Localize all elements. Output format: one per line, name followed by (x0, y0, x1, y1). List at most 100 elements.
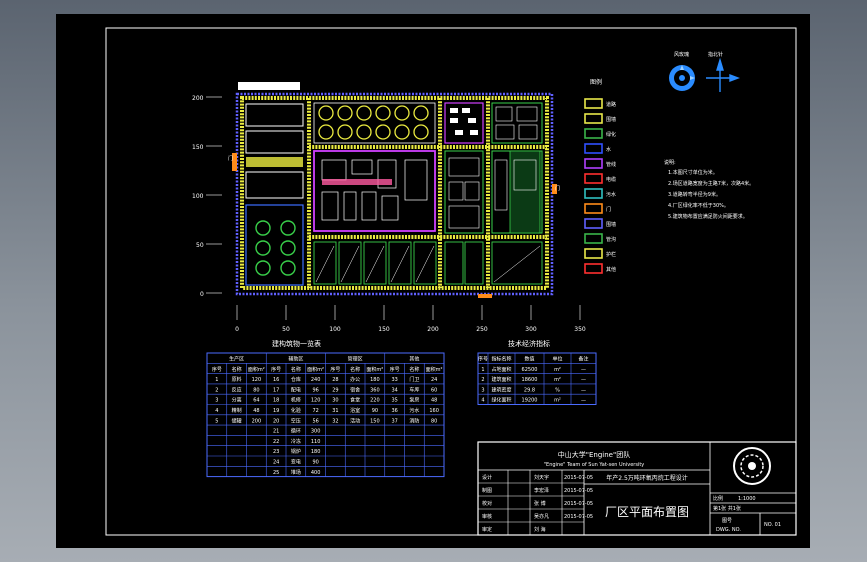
building-table-cell: 泵房 (409, 397, 419, 404)
role-date: 2015-07-05 (564, 514, 593, 520)
building-table-cell: 污水 (409, 407, 419, 414)
tech-table-column-header: 指标名称 (491, 356, 511, 363)
cad-drawing-canvas[interactable]: 门门 200 150 100 50 0 0 50 100 150 200 250… (0, 0, 867, 562)
y-tick-label: 0 (200, 291, 204, 298)
wind-rose-icon (669, 65, 695, 91)
building-table-cell: 20 (273, 418, 279, 424)
building-table-cell: 空压 (291, 417, 301, 424)
role-name: 吴亦凡 (534, 513, 549, 520)
role-date: 2015-07-05 (564, 501, 593, 507)
tech-table-cell: m² (554, 377, 561, 383)
sheet-count: 第1张 共1张 (713, 505, 741, 512)
tech-table-cell: m² (554, 367, 561, 373)
building-table-group-header: 辅助区 (288, 356, 303, 363)
legend-item-label: 围墙 (606, 116, 616, 123)
drawing-title: 厂区平面布置图 (605, 505, 689, 519)
site-label-strip (238, 82, 300, 90)
note-line: 5.建筑物布置应满足防火间距要求。 (668, 213, 748, 220)
note-line: 4.厂区绿化率不低于30%。 (668, 202, 729, 209)
role-title: 审核 (482, 513, 492, 520)
x-tick-label: 0 (235, 326, 239, 333)
sheet-number: NO. 01 (764, 522, 781, 528)
building-table-cell: 5 (215, 418, 218, 424)
building-table-cell: 办公 (350, 376, 360, 383)
building-table-cell: 食堂 (350, 397, 360, 404)
svg-text:门: 门 (228, 155, 233, 162)
building-table-column-header: 面积m² (307, 366, 324, 373)
building-table-cell: 400 (311, 470, 321, 476)
role-name: 李宏泽 (534, 487, 549, 494)
building-table-cell: 150 (370, 418, 380, 424)
building-table-cell: 19 (273, 408, 279, 414)
tech-table-cell: 1 (481, 367, 484, 373)
building-table-column-header: 名称 (409, 366, 419, 373)
scale-value: 1:1000 (738, 496, 756, 502)
tech-table-cell: 19200 (522, 398, 538, 404)
building-table-cell: 宿舍 (350, 386, 360, 393)
building-table-cell: 180 (311, 449, 321, 455)
tech-table-column-header: 单位 (552, 356, 562, 363)
building-table-cell: 240 (311, 377, 321, 383)
building-table-cell: 16 (273, 377, 279, 383)
tech-table-cell: — (581, 367, 586, 373)
building-table-cell: 80 (431, 418, 437, 424)
building-table-cell: 配电 (291, 386, 301, 393)
building-table-cell: 24 (273, 460, 279, 466)
org-name-english: "Engine" Team of Sun Yat-sen University (544, 462, 645, 468)
tech-table-cell: — (581, 398, 586, 404)
building-table-cell: 22 (273, 439, 279, 445)
building-table-cell: 180 (370, 377, 380, 383)
x-tick-label: 200 (427, 326, 439, 333)
building-table-column-header: 序号 (330, 366, 340, 373)
building-table-column-header: 面积m² (366, 366, 383, 373)
building-table-cell: 160 (429, 408, 439, 414)
building-table-cell: 活动 (350, 417, 360, 424)
y-tick-label: 100 (192, 193, 204, 200)
legend-item-label: 门 (606, 206, 611, 213)
tech-table-cell: — (581, 387, 586, 393)
notes-title: 说明: (664, 159, 676, 166)
building-table-cell: 车库 (409, 386, 419, 393)
role-title: 校对 (482, 500, 492, 507)
legend-item-label: 围墙 (606, 221, 616, 228)
x-tick-label: 50 (282, 326, 290, 333)
building-table-cell: 变电 (291, 459, 301, 466)
building-table-cell: 48 (431, 398, 437, 404)
building-table-cell: 18 (273, 398, 279, 404)
x-tick-label: 250 (476, 326, 488, 333)
role-title: 设计 (482, 474, 492, 481)
scale-label: 比例 (713, 495, 723, 502)
role-name: 刘天宇 (534, 474, 549, 481)
x-tick-label: 300 (525, 326, 537, 333)
building-table-cell: 4 (215, 408, 218, 414)
tech-table-cell: 18600 (522, 377, 538, 383)
building-table-cell: 原料 (232, 376, 242, 383)
building-table-cell: 浴室 (350, 407, 360, 414)
tech-table-column-header: 数值 (524, 356, 534, 363)
building-table-cell: 31 (332, 408, 338, 414)
building-table-title: 建构筑物一览表 (272, 339, 321, 348)
building-table-cell: 锅炉 (291, 448, 301, 455)
building-table-cell: 28 (332, 377, 338, 383)
y-tick-label: 50 (196, 242, 204, 249)
role-title: 制图 (482, 487, 492, 494)
legend-item-label: 水 (606, 146, 611, 153)
svg-text:门: 门 (555, 185, 560, 192)
note-line: 1.本图尺寸单位为米。 (668, 169, 718, 176)
building-table-column-header: 序号 (390, 366, 400, 373)
building-table-column-header: 名称 (291, 366, 301, 373)
building-table-cell: 25 (273, 470, 279, 476)
x-tick-label: 100 (329, 326, 341, 333)
building-table-group-header: 其他 (409, 356, 419, 363)
y-tick-label: 150 (192, 144, 204, 151)
project-name: 年产2.5万吨环氧丙烷工程设计 (606, 474, 688, 482)
building-table-cell: 35 (391, 398, 397, 404)
building-table-cell: 24 (431, 377, 437, 383)
building-table-column-header: 序号 (271, 366, 281, 373)
legend-item-label: 护栏 (606, 251, 616, 258)
building-table-cell: 30 (332, 398, 338, 404)
building-table-cell: 反应 (232, 386, 242, 393)
note-line: 2.场区道路宽度为主路7米，次路4米。 (668, 180, 754, 187)
building-table-cell: 分离 (232, 397, 242, 404)
x-tick-label: 350 (574, 326, 586, 333)
